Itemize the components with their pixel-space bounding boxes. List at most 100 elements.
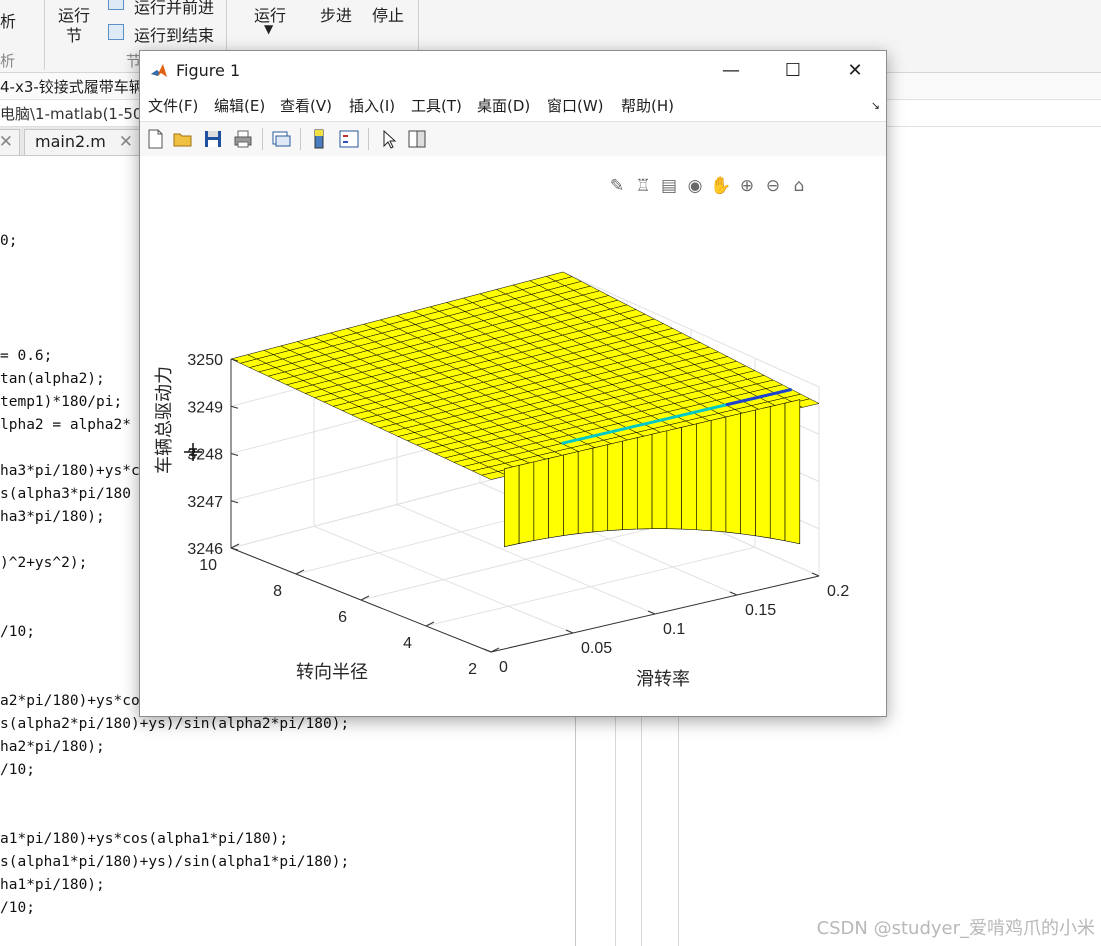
code-line[interactable]: ha2*pi/180); (0, 739, 105, 755)
pointer-icon[interactable] (378, 128, 400, 150)
menu-help[interactable]: 帮助(H) (621, 95, 674, 116)
menu-window[interactable]: 窗口(W) (547, 95, 604, 116)
code-line[interactable]: lpha2 = alpha2* (0, 417, 131, 433)
open-file-icon[interactable] (172, 128, 194, 150)
code-line[interactable]: s(alpha2*pi/180)+ys)/sin(alpha2*pi/180); (0, 716, 349, 732)
run-dropdown-icon[interactable]: ▼ (264, 22, 273, 36)
code-line[interactable]: temp1)*180/pi; (0, 394, 122, 410)
tab-label: main2.m (35, 132, 106, 151)
code-line[interactable]: a1*pi/180)+ys*cos(alpha1*pi/180); (0, 831, 288, 847)
x-tick (811, 572, 820, 577)
run-to-end-icon (108, 24, 124, 40)
file-title: 4-x3-铰接式履带车辆 (0, 78, 144, 96)
save-icon[interactable] (202, 128, 224, 150)
code-line[interactable]: 0; (0, 233, 17, 249)
pan-hand-icon[interactable]: ✋ (709, 174, 733, 198)
editor-tab-previous[interactable]: ✕ (0, 129, 20, 155)
close-icon[interactable]: ✕ (0, 130, 13, 154)
x-tick-label: 0.15 (745, 602, 776, 619)
property-inspector-icon[interactable] (406, 128, 428, 150)
menu-edit[interactable]: 编辑(E) (214, 95, 265, 116)
brush-icon[interactable]: ✎ (605, 174, 629, 198)
code-line[interactable]: s(alpha1*pi/180)+ys)/sin(alpha1*pi/180); (0, 854, 349, 870)
code-line[interactable]: tan(alpha2); (0, 371, 105, 387)
new-figure-icon[interactable] (144, 128, 166, 150)
z-axis-label: 车辆总驱动力 (154, 366, 174, 474)
code-line[interactable]: ha1*pi/180); (0, 877, 105, 893)
code-line[interactable]: )^2+ys^2); (0, 555, 87, 571)
maximize-button[interactable]: ☐ (762, 51, 824, 91)
run-section-button-line2[interactable]: 节 (66, 22, 82, 46)
code-line[interactable]: s(alpha3*pi/180 (0, 486, 131, 502)
surface-front-patch (563, 451, 579, 536)
x-tick-label: 0 (499, 659, 508, 676)
code-line[interactable]: = 0.6; (0, 348, 52, 364)
menu-tools[interactable]: 工具(T) (411, 95, 462, 116)
menu-file[interactable]: 文件(F) (148, 95, 198, 116)
surface-plot[interactable]: 3246324732483249325024681000.050.10.150.… (140, 156, 886, 716)
code-line[interactable]: ha3*pi/180)+ys*c (0, 463, 140, 479)
menu-insert[interactable]: 插入(I) (349, 95, 395, 116)
print-icon[interactable] (232, 128, 254, 150)
figure-titlebar[interactable]: Figure 1 — ☐ ✕ (140, 51, 886, 91)
link-plot-icon[interactable] (270, 128, 292, 150)
x-tick (565, 629, 574, 634)
colorbar-icon[interactable] (308, 128, 330, 150)
y-tick-label: 8 (273, 583, 282, 600)
y-tick-label: 10 (199, 557, 217, 574)
figure-toolbar (140, 121, 886, 157)
close-icon[interactable]: ✕ (119, 130, 133, 154)
code-line[interactable]: ha3*pi/180); (0, 509, 105, 525)
z-tick-label: 3247 (187, 494, 223, 511)
minimize-button[interactable]: — (700, 51, 762, 91)
x-tick (647, 610, 656, 615)
x-tick (483, 648, 492, 653)
run-and-advance-button[interactable]: 运行并前进 (134, 0, 214, 18)
editor-tab-main2[interactable]: main2.m ✕ (24, 129, 140, 155)
export-icon[interactable]: ▤ (657, 174, 681, 198)
zoom-in-icon[interactable]: ⊕ (735, 174, 759, 198)
surface-front-patch (651, 430, 668, 530)
surface-front-patch (548, 454, 564, 539)
menu-desktop[interactable]: 桌面(D) (477, 95, 530, 116)
z-tick-label: 3249 (187, 399, 223, 416)
code-line[interactable]: /10; (0, 762, 35, 778)
figure-title: Figure 1 (176, 61, 241, 80)
y-tick-label: 4 (403, 635, 412, 652)
surface-front-patch (784, 399, 801, 545)
legend-icon[interactable] (338, 128, 360, 150)
z-tick (230, 500, 239, 504)
surface-front-patch (681, 423, 697, 531)
x-axis-label: 滑转率 (636, 669, 690, 689)
z-tick (230, 453, 239, 456)
menu-view[interactable]: 查看(V) (280, 95, 332, 116)
figure-window[interactable]: Figure 1 — ☐ ✕ 文件(F) 编辑(E) 查看(V) 插入(I) 工… (139, 50, 887, 717)
rotate-icon[interactable]: ◉ (683, 174, 707, 198)
y-axis-label: 转向半径 (296, 662, 368, 682)
surface-front-patch (622, 437, 638, 530)
ribbon-left-section: 析 (0, 52, 16, 70)
surface-front-patch (755, 406, 771, 539)
data-tip-icon[interactable]: ♖ (631, 174, 655, 198)
run-to-end-button[interactable]: 运行到结束 (134, 22, 214, 46)
surface-front-patch (518, 461, 535, 544)
stop-button[interactable]: 停止 (372, 2, 404, 26)
surface-front-patch (504, 464, 520, 548)
current-path[interactable]: 电脑\1-matlab(1-50 (0, 103, 142, 124)
z-tick-label: 3250 (187, 352, 223, 369)
close-button[interactable]: ✕ (824, 51, 886, 91)
watermark: CSDN @studyer_爱啃鸡爪的小米 (816, 918, 1095, 939)
y-tick-label: 6 (338, 609, 347, 626)
plot-area[interactable]: ✎ ♖ ▤ ◉ ✋ ⊕ ⊖ ⌂ 3246 3247 3248 3249 3250 2 4 6 8 10 0 0.05… (140, 156, 886, 716)
zoom-out-icon[interactable]: ⊖ (761, 174, 785, 198)
surface-front-patch (696, 420, 712, 532)
x-tick-label: 0.2 (827, 583, 849, 600)
code-line[interactable]: /10; (0, 900, 35, 916)
code-line[interactable]: /10; (0, 624, 35, 640)
menu-overflow-icon[interactable]: ↘ (871, 99, 880, 112)
home-icon[interactable]: ⌂ (787, 174, 811, 198)
step-button[interactable]: 步进 (320, 2, 352, 26)
surface-front-patch (740, 409, 756, 537)
matlab-logo-icon (150, 62, 168, 80)
surface-front-patch (769, 402, 786, 542)
